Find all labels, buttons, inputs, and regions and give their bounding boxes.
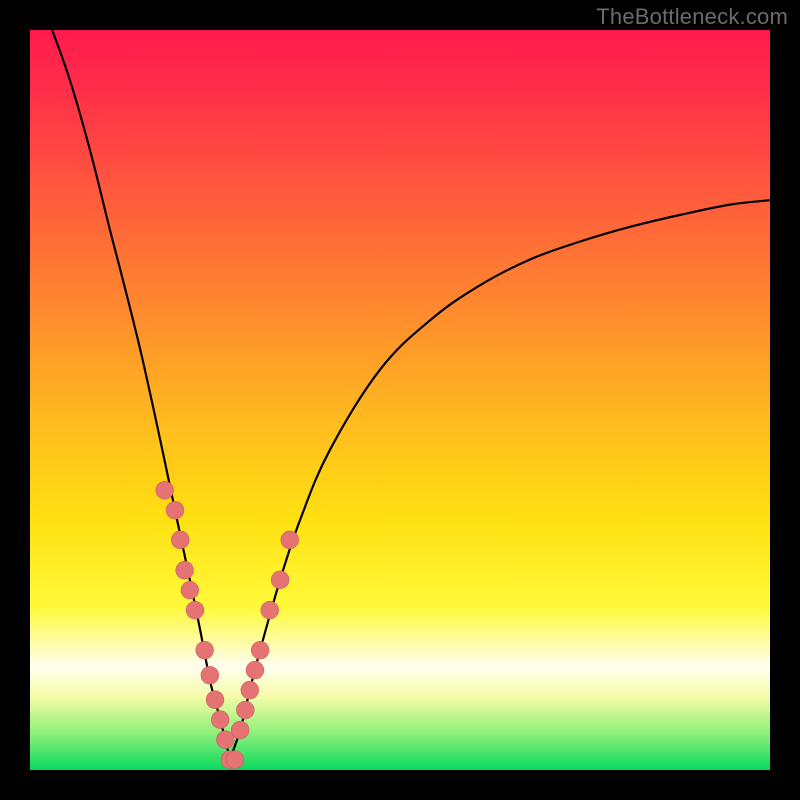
data-marker: [201, 666, 219, 684]
data-marker: [171, 531, 189, 549]
chart-frame: TheBottleneck.com: [0, 0, 800, 800]
data-marker: [211, 711, 229, 729]
chart-svg: [30, 30, 770, 770]
data-marker: [176, 561, 194, 579]
data-marker: [271, 571, 289, 589]
watermark-text: TheBottleneck.com: [596, 4, 788, 30]
data-marker: [186, 601, 204, 619]
data-marker: [261, 601, 279, 619]
data-marker: [246, 661, 264, 679]
data-marker: [196, 641, 214, 659]
data-marker: [231, 721, 249, 739]
data-marker: [166, 501, 184, 519]
data-marker: [226, 751, 244, 769]
data-marker: [216, 731, 234, 749]
data-marker: [236, 701, 254, 719]
data-marker: [251, 641, 269, 659]
plot-area: [30, 30, 770, 770]
data-marker: [241, 681, 259, 699]
data-marker: [206, 691, 224, 709]
curve-right-branch: [230, 200, 770, 759]
data-marker: [156, 481, 174, 499]
data-marker: [281, 531, 299, 549]
data-marker: [181, 581, 199, 599]
curve-layer: [52, 30, 770, 760]
